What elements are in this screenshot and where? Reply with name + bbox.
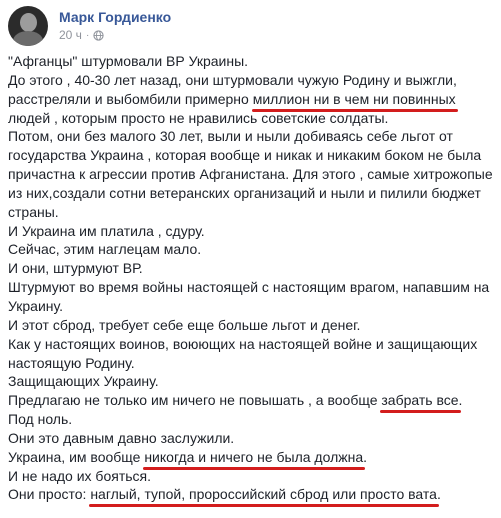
post-line: И они, штурмуют ВР. [8,260,143,277]
post-text: . [436,486,441,503]
post-line: Как у настоящих воинов, воюющих на насто… [8,335,478,352]
post-line: государства Украина , которая вообще и н… [8,147,482,164]
post-line: Украина, им вообще никогда и ничего не б… [8,448,496,470]
post-line: Потом, они без малого 30 лет, выли и ныл… [8,128,453,145]
post-text: . [363,448,368,465]
post-meta: 20 ч · [59,28,104,42]
post-line: Штурмуют во время войны настоящей с наст… [8,279,490,296]
underlined-phrase: наглый, тупой, пророссийский сброд или п… [89,486,439,508]
post-text: Предлагаю не только им ничего не повышат… [8,392,382,409]
post-timestamp[interactable]: 20 ч [59,28,82,42]
avatar-shoulders [13,31,43,46]
post-line: И Украина им платила , сдуру. [8,222,205,239]
post-line: До этого , 40-30 лет назад, они штурмова… [8,71,457,88]
post-header: Марк Гордиенко 20 ч · [8,6,493,46]
post-text: расстреляли и выбомбили примерно [8,90,253,107]
post-line: Предлагаю не только им ничего не повышат… [8,391,496,413]
post-line: страны. [8,203,59,220]
post-line: причастна к агрессии против Афганистана.… [8,166,493,183]
author-avatar[interactable] [8,6,48,46]
post-text: Они просто: [8,486,91,503]
underlined-phrase: забрать все [380,392,461,413]
post-line: Защищающих Украину. [8,373,159,390]
avatar-head [20,13,37,32]
post-body: "Афганцы" штурмовали ВР Украины. До этог… [8,52,496,508]
post-line: Сейчас, этим наглецам мало. [8,241,202,258]
post-text: . [458,392,463,409]
post-line: "Афганцы" штурмовали ВР Украины. [8,53,249,69]
post-line: Украину. [8,297,64,314]
post-line: Они просто: наглый, тупой, пророссийский… [8,485,496,508]
post-line: из них,создали сотни ветеранских организ… [8,184,481,201]
underlined-phrase: никогда и ничего не была должна [143,448,365,470]
post-line: настоящую Родину. [8,354,135,371]
post-text: Украина, им вообще [8,448,145,465]
post-line: И этот сброд, требует себе еще больше ль… [8,316,361,333]
meta-separator: · [85,29,90,41]
post-line: расстреляли и выбомбили примерно миллион… [8,90,496,112]
globe-icon[interactable] [93,29,104,41]
author-name-link[interactable]: Марк Гордиенко [59,9,171,25]
underlined-phrase: миллион ни в чем ни повинных [251,90,458,112]
post-line: Они это давным давно заслужили. [8,429,235,446]
